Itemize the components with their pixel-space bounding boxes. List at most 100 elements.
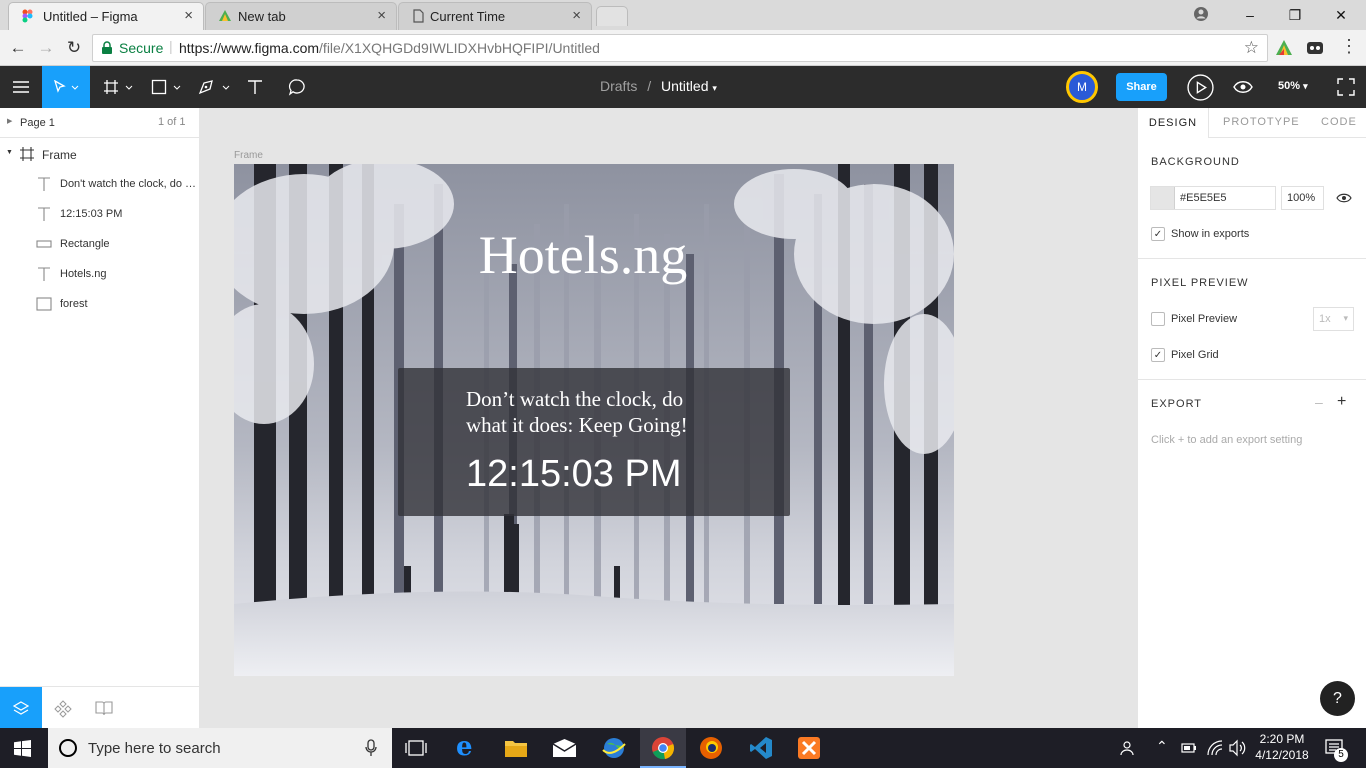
- color-swatch[interactable]: [1151, 187, 1175, 209]
- tab-current-time[interactable]: Current Time ×: [398, 2, 592, 30]
- chevron-down-icon[interactable]: ▾: [712, 83, 717, 93]
- pen-icon: [198, 80, 230, 95]
- divider: [1138, 379, 1366, 380]
- extension-app-icon[interactable]: [1275, 39, 1293, 57]
- present-play-icon[interactable]: [1187, 74, 1214, 101]
- restore-button[interactable]: ❐: [1280, 4, 1310, 26]
- properties-panel: DESIGN PROTOTYPE CODE BACKGROUND #E5E5E5…: [1137, 108, 1366, 728]
- close-icon[interactable]: ×: [572, 7, 581, 24]
- eye-icon[interactable]: [1336, 192, 1352, 204]
- quote-text[interactable]: Don’t watch the clock, do what it does: …: [466, 386, 688, 438]
- edge-icon[interactable]: e: [456, 732, 473, 762]
- minus-icon[interactable]: –: [1315, 394, 1323, 410]
- tab-design[interactable]: DESIGN: [1138, 108, 1209, 138]
- comment-tool-button[interactable]: [282, 66, 312, 108]
- layer-item[interactable]: 12:15:03 PM: [0, 199, 200, 229]
- time-text[interactable]: 12:15:03 PM: [466, 453, 681, 496]
- pixel-grid-checkbox[interactable]: ✓: [1151, 348, 1165, 362]
- tab-prototype[interactable]: PROTOTYPE: [1223, 116, 1300, 128]
- pixel-scale-select[interactable]: 1x ▾: [1313, 307, 1354, 331]
- battery-icon[interactable]: [1181, 742, 1197, 754]
- xampp-icon[interactable]: [797, 736, 821, 760]
- layer-frame[interactable]: ▼ Frame: [0, 139, 200, 169]
- profile-icon[interactable]: [1193, 6, 1209, 22]
- chrome-menu-icon[interactable]: ⋮: [1340, 36, 1358, 57]
- close-icon[interactable]: ×: [184, 7, 193, 24]
- pen-tool-button[interactable]: [194, 66, 234, 108]
- help-button[interactable]: ?: [1320, 681, 1355, 716]
- avatar[interactable]: M: [1066, 71, 1098, 103]
- library-book-icon[interactable]: [95, 700, 113, 716]
- fullscreen-icon[interactable]: [1336, 77, 1356, 97]
- breadcrumb-drafts[interactable]: Drafts: [600, 78, 637, 94]
- tab-code[interactable]: CODE: [1321, 116, 1357, 128]
- close-icon[interactable]: ×: [377, 7, 386, 24]
- people-icon[interactable]: [1120, 739, 1138, 757]
- hamburger-menu-icon[interactable]: [0, 66, 42, 108]
- figma-toolbar: Drafts / Untitled ▾ M Share 50% ▾: [0, 66, 1366, 108]
- globe-app-icon[interactable]: [601, 736, 627, 760]
- forward-arrow-icon[interactable]: →: [34, 36, 58, 60]
- pixel-preview-label: Pixel Preview: [1171, 313, 1238, 325]
- canvas[interactable]: Frame Hotels.ng Don’t watch the clock, d…: [201, 108, 1137, 728]
- opacity-field[interactable]: 100%: [1281, 186, 1324, 210]
- chevron-up-icon[interactable]: ⌃: [1156, 738, 1168, 755]
- file-explorer-icon[interactable]: [504, 738, 528, 758]
- layer-item[interactable]: Rectangle: [0, 229, 200, 259]
- show-in-exports-checkbox[interactable]: ✓: [1151, 227, 1165, 241]
- volume-icon[interactable]: [1228, 739, 1246, 757]
- extension-icon[interactable]: [1306, 39, 1324, 57]
- text-icon: [38, 177, 50, 191]
- layer-name: forest: [60, 298, 88, 310]
- pointer-icon: [54, 80, 79, 93]
- layers-panel: ▶ Page 1 1 of 1 ▼ Frame Don't watch the …: [0, 108, 200, 729]
- vscode-icon[interactable]: [749, 736, 773, 760]
- windows-start-icon[interactable]: [14, 740, 31, 757]
- tab-new-tab[interactable]: New tab ×: [205, 2, 397, 30]
- window-close-button[interactable]: ✕: [1326, 4, 1356, 26]
- shape-tool-button[interactable]: [146, 66, 186, 108]
- tab-label: Current Time: [430, 9, 506, 24]
- share-button[interactable]: Share: [1116, 73, 1167, 101]
- canvas-title[interactable]: Hotels.ng: [234, 224, 932, 286]
- back-arrow-icon[interactable]: ←: [6, 36, 30, 60]
- add-export-icon[interactable]: +: [1337, 393, 1346, 411]
- move-tool-button[interactable]: [42, 66, 90, 108]
- chrome-taskbar-button[interactable]: [640, 728, 686, 768]
- taskbar-search-box[interactable]: Type here to search: [48, 728, 392, 768]
- task-view-icon[interactable]: [405, 739, 427, 757]
- components-icon[interactable]: [54, 700, 72, 718]
- text-tool-button[interactable]: [240, 66, 270, 108]
- url-domain: https://www.figma.com: [179, 40, 320, 56]
- chevron-down-icon[interactable]: ▼: [6, 149, 13, 156]
- zoom-menu[interactable]: 50% ▾: [1278, 80, 1308, 92]
- mail-icon[interactable]: [552, 738, 577, 758]
- text-icon: [38, 267, 50, 281]
- file-name[interactable]: Untitled: [661, 78, 708, 94]
- new-tab-button[interactable]: [596, 6, 628, 26]
- url-field[interactable]: Secure | https://www.figma.com/file/X1XQ…: [92, 34, 1268, 62]
- layer-item[interactable]: Hotels.ng: [0, 259, 200, 289]
- clock[interactable]: 2:20 PM 4/12/2018: [1252, 731, 1312, 763]
- layers-tab[interactable]: [0, 687, 42, 729]
- section-title: PIXEL PREVIEW: [1151, 277, 1249, 289]
- wifi-icon[interactable]: [1206, 739, 1224, 757]
- artboard-frame[interactable]: Hotels.ng Don’t watch the clock, do what…: [234, 164, 954, 676]
- eye-icon[interactable]: [1233, 79, 1253, 95]
- page-selector[interactable]: ▶ Page 1 1 of 1: [0, 108, 200, 138]
- breadcrumb: Drafts / Untitled ▾: [600, 78, 717, 94]
- microphone-icon[interactable]: [365, 739, 377, 757]
- minimize-button[interactable]: –: [1235, 4, 1265, 26]
- show-in-exports-label: Show in exports: [1171, 228, 1250, 240]
- reload-icon[interactable]: ↻: [62, 36, 86, 60]
- layer-item[interactable]: Don't watch the clock, do what it does: …: [0, 169, 200, 199]
- layer-item[interactable]: forest: [0, 289, 200, 319]
- pixel-preview-checkbox[interactable]: [1151, 312, 1165, 326]
- frame-caption[interactable]: Frame: [234, 150, 263, 161]
- background-hex[interactable]: #E5E5E5: [1180, 192, 1226, 204]
- firefox-icon[interactable]: [699, 736, 723, 760]
- frame-tool-button[interactable]: [98, 66, 138, 108]
- bookmark-star-icon[interactable]: ☆: [1244, 38, 1259, 58]
- background-color-field[interactable]: #E5E5E5: [1150, 186, 1276, 210]
- tab-figma[interactable]: Untitled – Figma ×: [8, 2, 204, 30]
